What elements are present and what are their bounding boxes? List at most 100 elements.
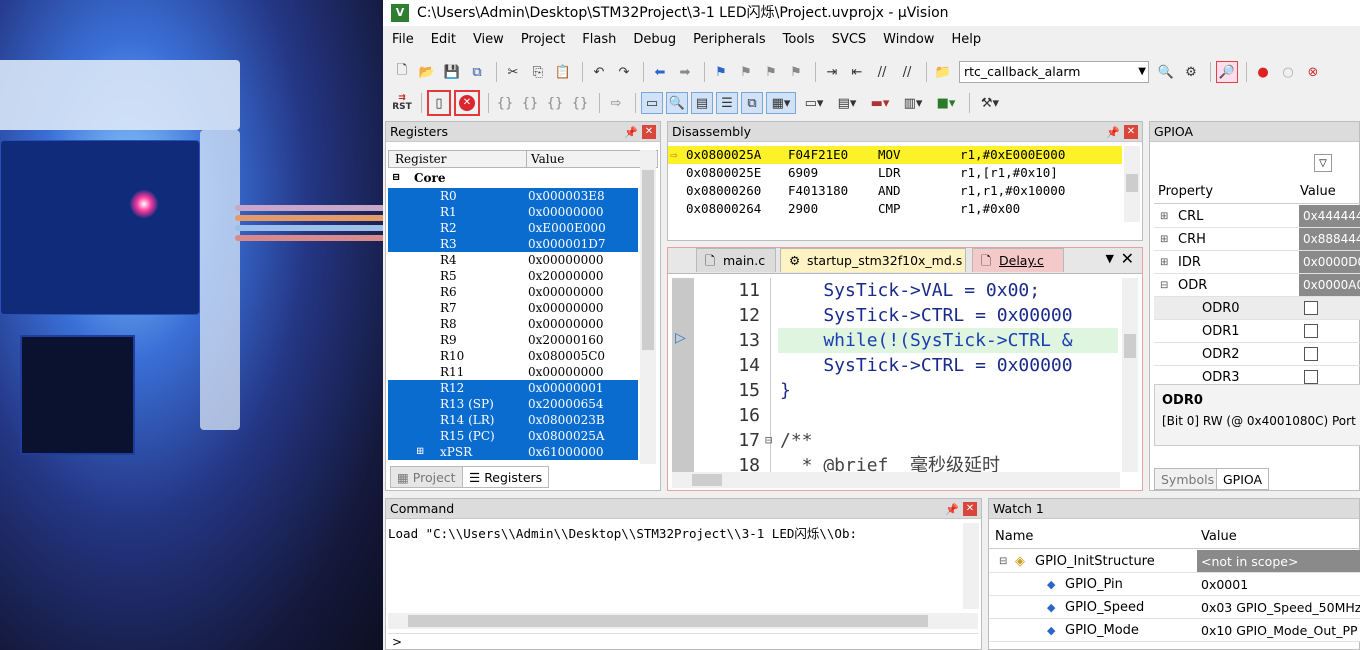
prev-bookmark-icon[interactable]: ⚑ [735, 61, 757, 83]
menu-svcs[interactable]: SVCS [823, 30, 874, 52]
expand-icon[interactable]: ⊞ [416, 444, 424, 460]
close-icon[interactable]: ✕ [963, 502, 977, 516]
gpio-bit-row[interactable]: ODR2 [1154, 343, 1360, 366]
close-icon[interactable]: ✕ [642, 125, 656, 139]
collapse-icon[interactable]: ⊟ [999, 550, 1007, 573]
next-bookmark-icon[interactable]: ⚑ [760, 61, 782, 83]
watch-window-icon[interactable]: ▦▾ [766, 92, 796, 114]
redo-icon[interactable]: ↷ [613, 61, 635, 83]
menu-help[interactable]: Help [942, 30, 989, 52]
register-value[interactable]: 0x000001D7 [528, 236, 605, 252]
gpio-register-value[interactable]: 0x88844444 [1299, 228, 1360, 250]
bit-checkbox[interactable] [1304, 301, 1318, 315]
gpio-register-value[interactable]: 0x44444444 [1299, 205, 1360, 227]
gpio-register-row[interactable]: ⊟ ODR 0x0000A000 [1154, 274, 1360, 297]
register-row[interactable]: R9 0x20000160 [388, 332, 638, 348]
disassembly-scrollbar[interactable] [1124, 146, 1140, 222]
register-row[interactable]: R11 0x00000000 [388, 364, 638, 380]
code-line[interactable]: 13 while(!(SysTick->CTRL & [698, 328, 1118, 353]
close-icon[interactable]: ✕ [1124, 125, 1138, 139]
register-row[interactable]: R7 0x00000000 [388, 300, 638, 316]
register-row[interactable]: R6 0x00000000 [388, 284, 638, 300]
step-into-icon[interactable]: {} [494, 92, 516, 114]
code-line[interactable]: 18 * @brief 毫秒级延时 [698, 453, 1118, 472]
menu-window[interactable]: Window [874, 30, 942, 52]
collapse-icon[interactable]: ⊟ [1160, 274, 1168, 297]
target-combo[interactable]: rtc_callback_alarm ▼ [959, 61, 1149, 83]
gpio-register-row[interactable]: ⊞ CRH 0x88844444 [1154, 228, 1360, 251]
command-scrollbar-h[interactable] [388, 613, 978, 629]
register-value[interactable]: 0x00000000 [528, 316, 603, 332]
serial-window-icon[interactable]: ▤▾ [832, 92, 862, 114]
register-value[interactable]: 0x00000000 [528, 284, 603, 300]
pin-icon[interactable]: 📌 [945, 500, 959, 520]
show-next-statement-icon[interactable]: ⇨ [605, 92, 627, 114]
cut-icon[interactable]: ✂ [502, 61, 524, 83]
trace-window-icon[interactable]: ▥▾ [898, 92, 928, 114]
command-scrollbar-v[interactable] [963, 523, 979, 609]
comment-icon[interactable]: // [871, 61, 893, 83]
disable-breakpoint-icon[interactable]: ○ [1277, 61, 1299, 83]
bit-checkbox[interactable] [1304, 370, 1318, 384]
register-row[interactable]: R14 (LR) 0x0800023B [388, 412, 638, 428]
watch-row[interactable]: ◆ GPIO_Mode 0x10 GPIO_Mode_Out_PP [989, 619, 1360, 642]
watch-row[interactable]: ⊟ ◈ GPIO_InitStructure <not in scope> [989, 550, 1360, 573]
register-value[interactable]: 0x00000000 [528, 300, 603, 316]
gpio-register-value[interactable]: 0x0000A000 [1299, 274, 1360, 296]
collapse-icon[interactable]: ⊟ [392, 170, 400, 186]
code-line[interactable]: 11 SysTick->VAL = 0x00; [698, 278, 1118, 303]
disassembly-row[interactable]: ⇨ 0x0800025A F04F21E0 MOV r1,#0xE000E000 [668, 146, 1122, 164]
nav-back-icon[interactable]: ⬅ [649, 61, 671, 83]
registers-scrollbar[interactable] [640, 150, 656, 464]
editor-scrollbar-h[interactable] [672, 472, 1120, 488]
register-value[interactable]: 0x0800025A [528, 428, 605, 444]
bit-checkbox[interactable] [1304, 324, 1318, 338]
register-row[interactable]: R12 0x00000001 [388, 380, 638, 396]
register-value[interactable]: 0x61000000 [528, 444, 603, 460]
nav-forward-icon[interactable]: ➡ [674, 61, 696, 83]
run-button[interactable]: ▯ [427, 90, 451, 116]
stop-button[interactable]: ✕ [454, 90, 480, 116]
watch-row[interactable]: ◆ GPIO_Speed 0x03 GPIO_Speed_50MHz [989, 596, 1360, 619]
breakpoint-icon[interactable]: ● [1252, 61, 1274, 83]
expand-icon[interactable]: ⊞ [1160, 205, 1168, 228]
gpio-register-value[interactable]: 0x0000D000 [1299, 251, 1360, 273]
find-icon[interactable]: 🔍 [1155, 61, 1177, 83]
memory-window-icon[interactable]: ▭▾ [799, 92, 829, 114]
watch-value[interactable]: 0x10 GPIO_Mode_Out_PP [1197, 619, 1360, 641]
register-row[interactable]: R3 0x000001D7 [388, 236, 638, 252]
unindent-icon[interactable]: ⇤ [846, 61, 868, 83]
bookmark-icon[interactable]: ⚑ [710, 61, 732, 83]
copy-icon[interactable]: ⎘ [527, 61, 549, 83]
register-value[interactable]: 0x0800023B [528, 412, 605, 428]
paste-icon[interactable]: 📋 [552, 61, 574, 83]
menu-tools[interactable]: Tools [774, 30, 823, 52]
watch-value[interactable]: 0x03 GPIO_Speed_50MHz [1197, 596, 1360, 618]
tab-project[interactable]: ▦ Project [390, 466, 463, 488]
menu-project[interactable]: Project [512, 30, 573, 52]
pin-icon[interactable]: 📌 [624, 123, 638, 143]
menu-edit[interactable]: Edit [422, 30, 464, 52]
menu-debug[interactable]: Debug [624, 30, 684, 52]
save-icon[interactable]: 💾 [441, 61, 463, 83]
gpio-register-row[interactable]: ⊞ IDR 0x0000D000 [1154, 251, 1360, 274]
register-row[interactable]: R5 0x20000000 [388, 268, 638, 284]
code-line[interactable]: 12 SysTick->CTRL = 0x00000 [698, 303, 1118, 328]
register-row[interactable]: R8 0x00000000 [388, 316, 638, 332]
tab-startup[interactable]: ⚙ startup_stm32f10x_md.s [780, 248, 966, 272]
tab-gpioa[interactable]: GPIOA [1216, 468, 1270, 490]
core-group[interactable]: ⊟ Core [388, 170, 638, 188]
fold-icon[interactable]: ⊟ [765, 428, 772, 453]
watch-row[interactable]: ◆ GPIO_Pin 0x0001 [989, 573, 1360, 596]
expand-icon[interactable]: ⊞ [1160, 228, 1168, 251]
tab-symbols[interactable]: Symbols [1154, 468, 1222, 490]
register-value[interactable]: 0x20000654 [528, 396, 603, 412]
bit-checkbox[interactable] [1304, 347, 1318, 361]
register-row[interactable]: R1 0x00000000 [388, 204, 638, 220]
close-tab-icon[interactable]: ✕ [1121, 249, 1134, 268]
code-line[interactable]: 16 [698, 403, 1118, 428]
menu-peripherals[interactable]: Peripherals [684, 30, 774, 52]
save-all-icon[interactable]: ⧉ [466, 61, 488, 83]
register-value[interactable]: 0x00000000 [528, 204, 603, 220]
step-out-icon[interactable]: {} [544, 92, 566, 114]
